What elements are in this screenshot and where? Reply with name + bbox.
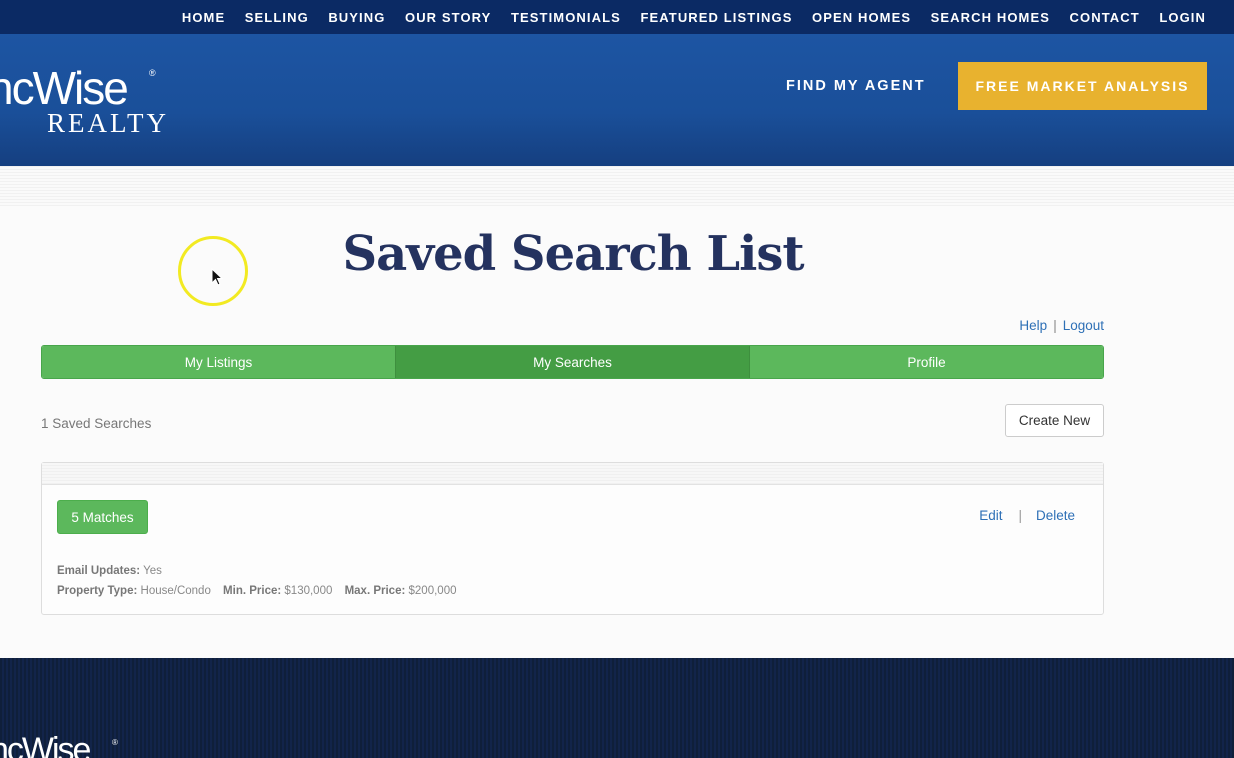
free-market-analysis-button[interactable]: FREE MARKET ANALYSIS bbox=[958, 62, 1207, 110]
saved-searches-count: 1 Saved Searches bbox=[41, 416, 152, 431]
tab-profile[interactable]: Profile bbox=[750, 346, 1103, 378]
tab-my-searches[interactable]: My Searches bbox=[395, 346, 750, 378]
create-new-button[interactable]: Create New bbox=[1005, 404, 1104, 437]
nav-home[interactable]: HOME bbox=[182, 10, 225, 25]
site-logo[interactable]: ncWise ® REALTY bbox=[0, 64, 170, 139]
nav-our-story[interactable]: OUR STORY bbox=[405, 10, 491, 25]
top-navigation: HOME SELLING BUYING OUR STORY TESTIMONIA… bbox=[0, 0, 1234, 34]
nav-buying[interactable]: BUYING bbox=[328, 10, 385, 25]
email-updates-label: Email Updates: bbox=[57, 565, 141, 577]
nav-login[interactable]: LOGIN bbox=[1159, 10, 1206, 25]
site-footer: ncWise ® bbox=[0, 658, 1234, 758]
nav-featured-listings[interactable]: FEATURED LISTINGS bbox=[640, 10, 792, 25]
nav-testimonials[interactable]: TESTIMONIALS bbox=[511, 10, 621, 25]
max-price-value: $200,000 bbox=[408, 585, 457, 597]
property-type-label: Property Type: bbox=[57, 585, 138, 597]
min-price-label: Min. Price: bbox=[223, 585, 282, 597]
action-separator: | bbox=[1018, 508, 1022, 523]
link-separator: | bbox=[1053, 318, 1057, 333]
email-updates-row: Email Updates: Yes bbox=[57, 561, 456, 581]
top-nav-links: HOME SELLING BUYING OUR STORY TESTIMONIA… bbox=[162, 0, 1206, 34]
main-content: Saved Search List Help | Logout My Listing… bbox=[0, 206, 1234, 658]
header-divider-band bbox=[0, 166, 1234, 206]
footer-logo-wordmark: ncWise bbox=[0, 732, 91, 758]
tab-my-listings[interactable]: My Listings bbox=[42, 346, 395, 378]
delete-link[interactable]: Delete bbox=[1036, 508, 1075, 523]
search-details: Email Updates: Yes Property Type: House/… bbox=[57, 561, 456, 601]
help-logout-links: Help | Logout bbox=[1019, 318, 1104, 333]
account-tabs: My Listings My Searches Profile bbox=[41, 345, 1104, 379]
page-title: Saved Search List bbox=[342, 226, 804, 282]
nav-selling[interactable]: SELLING bbox=[245, 10, 309, 25]
nav-search-homes[interactable]: SEARCH HOMES bbox=[931, 10, 1050, 25]
nav-contact[interactable]: CONTACT bbox=[1070, 10, 1140, 25]
card-header bbox=[42, 463, 1103, 485]
card-actions: Edit | Delete bbox=[979, 508, 1075, 523]
site-header: ncWise ® REALTY FIND MY AGENT FREE MARKE… bbox=[0, 34, 1234, 166]
logo-wordmark: ncWise bbox=[0, 64, 129, 114]
logo-registered-mark: ® bbox=[149, 68, 156, 78]
matches-button[interactable]: 5 Matches bbox=[57, 500, 148, 534]
find-my-agent-link[interactable]: FIND MY AGENT bbox=[786, 78, 926, 94]
edit-link[interactable]: Edit bbox=[979, 508, 1002, 523]
saved-search-card: 5 Matches Edit | Delete Email Updates: Yes… bbox=[41, 462, 1104, 615]
logout-link[interactable]: Logout bbox=[1063, 318, 1104, 333]
email-updates-value: Yes bbox=[143, 565, 162, 577]
mouse-cursor-icon bbox=[211, 268, 223, 286]
criteria-row: Property Type: House/Condo Min. Price: $… bbox=[57, 581, 456, 601]
max-price-label: Max. Price: bbox=[344, 585, 406, 597]
footer-logo[interactable]: ncWise ® bbox=[0, 732, 130, 758]
footer-logo-registered-mark: ® bbox=[112, 738, 118, 747]
help-link[interactable]: Help bbox=[1019, 318, 1047, 333]
logo-subtitle: REALTY bbox=[47, 108, 170, 138]
min-price-value: $130,000 bbox=[284, 585, 333, 597]
nav-open-homes[interactable]: OPEN HOMES bbox=[812, 10, 911, 25]
property-type-value: House/Condo bbox=[140, 585, 211, 597]
